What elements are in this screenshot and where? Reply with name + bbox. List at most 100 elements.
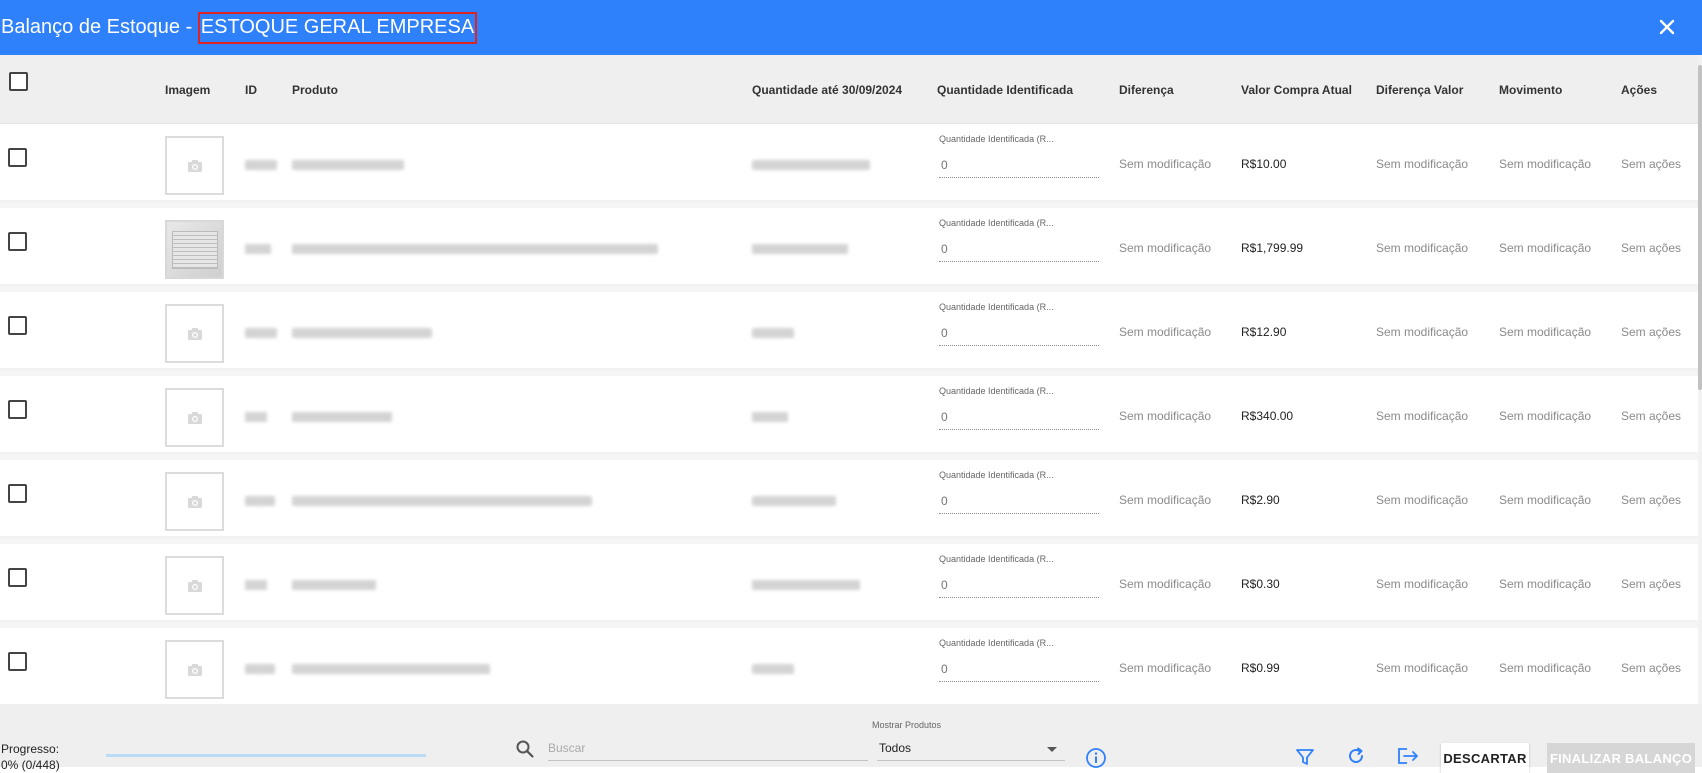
show-products-label: Mostrar Produtos: [872, 720, 942, 730]
qty-identified-input[interactable]: [939, 656, 1099, 682]
close-icon[interactable]: [1652, 12, 1682, 42]
row-checkbox[interactable]: [8, 148, 27, 167]
column-header-diferenca[interactable]: Diferença: [1119, 83, 1174, 97]
movimento-cell: Sem modificação: [1499, 325, 1592, 339]
diferenca-cell: Sem modificação: [1119, 409, 1212, 423]
show-products-select[interactable]: Todos: [877, 735, 1065, 761]
row-checkbox[interactable]: [8, 400, 27, 419]
search-input[interactable]: [548, 735, 868, 761]
qty-identified-label: Quantidade Identificada (R...: [939, 302, 1054, 312]
refresh-icon[interactable]: [1346, 746, 1366, 766]
column-header-valor-compra[interactable]: Valor Compra Atual: [1241, 83, 1352, 97]
camera-icon: [187, 663, 202, 676]
table-row: Quantidade Identificada (R... Sem modifi…: [0, 628, 1698, 704]
movimento-cell: Sem modificação: [1499, 577, 1592, 591]
qty-identified-input[interactable]: [939, 488, 1099, 514]
row-checkbox[interactable]: [8, 568, 27, 587]
column-header-produto[interactable]: Produto: [292, 83, 338, 97]
row-checkbox[interactable]: [8, 484, 27, 503]
acoes-cell: Sem ações: [1621, 493, 1682, 507]
finish-balance-button[interactable]: FINALIZAR BALANÇO: [1547, 743, 1695, 773]
qty-identified-input[interactable]: [939, 320, 1099, 346]
table-body: Quantidade Identificada (R... Sem modifi…: [0, 124, 1698, 704]
search-icon: [516, 740, 534, 758]
valor-compra-cell: R$0.99: [1241, 661, 1280, 675]
valor-compra-cell: R$10.00: [1241, 157, 1287, 171]
footer-toolbar: Progresso: 0% (0/448) Mostrar Produtos T…: [0, 704, 1702, 773]
column-header-imagem[interactable]: Imagem: [165, 83, 210, 97]
valor-compra-cell: R$340.00: [1241, 409, 1294, 423]
product-id: [245, 328, 277, 338]
product-id: [245, 664, 275, 674]
acoes-cell: Sem ações: [1621, 325, 1682, 339]
scrollbar-thumb[interactable]: [1698, 65, 1702, 390]
column-header-id[interactable]: ID: [245, 83, 257, 97]
product-image-placeholder: [165, 556, 224, 615]
qty-identified-input[interactable]: [939, 404, 1099, 430]
progress-label: Progresso:: [1, 742, 60, 756]
qty-identified-input[interactable]: [939, 572, 1099, 598]
camera-icon: [187, 579, 202, 592]
column-header-acoes[interactable]: Ações: [1621, 83, 1657, 97]
diferenca-valor-cell: Sem modificação: [1376, 577, 1469, 591]
valor-compra-cell: R$12.90: [1241, 325, 1287, 339]
qty-identified-input[interactable]: [939, 152, 1099, 178]
movimento-cell: Sem modificação: [1499, 241, 1592, 255]
qty-identified-label: Quantidade Identificada (R...: [939, 554, 1054, 564]
camera-icon: [187, 327, 202, 340]
product-image-placeholder: [165, 388, 224, 447]
movimento-cell: Sem modificação: [1499, 493, 1592, 507]
column-header-movimento[interactable]: Movimento: [1499, 83, 1562, 97]
product-name: [292, 412, 392, 422]
diferenca-valor-cell: Sem modificação: [1376, 409, 1469, 423]
movimento-cell: Sem modificação: [1499, 157, 1592, 171]
diferenca-cell: Sem modificação: [1119, 325, 1212, 339]
column-header-quantidade-ate[interactable]: Quantidade até 30/09/2024: [752, 83, 902, 97]
acoes-cell: Sem ações: [1621, 157, 1682, 171]
info-icon[interactable]: [1085, 747, 1107, 769]
acoes-cell: Sem ações: [1621, 409, 1682, 423]
quantity-until-date: [752, 244, 848, 254]
valor-compra-cell: R$1,799.99: [1241, 241, 1304, 255]
export-icon[interactable]: [1396, 746, 1420, 766]
valor-compra-cell: R$0.30: [1241, 577, 1280, 591]
chevron-down-icon: [1047, 747, 1057, 752]
column-header-quantidade-identificada[interactable]: Quantidade Identificada: [937, 83, 1073, 97]
filter-icon[interactable]: [1295, 747, 1315, 767]
qty-identified-label: Quantidade Identificada (R...: [939, 386, 1054, 396]
table-header: Imagem ID Produto Quantidade até 30/09/2…: [0, 55, 1698, 124]
qty-identified-input[interactable]: [939, 236, 1099, 262]
product-id: [245, 160, 277, 170]
acoes-cell: Sem ações: [1621, 661, 1682, 675]
table-row: Quantidade Identificada (R... Sem modifi…: [0, 544, 1698, 622]
row-checkbox[interactable]: [8, 232, 27, 251]
diferenca-cell: Sem modificação: [1119, 157, 1212, 171]
camera-icon: [187, 411, 202, 424]
quantity-until-date: [752, 328, 794, 338]
quantity-until-date: [752, 412, 788, 422]
select-all-checkbox[interactable]: [9, 72, 28, 91]
camera-icon: [187, 159, 202, 172]
product-name: [292, 328, 432, 338]
show-products-value: Todos: [879, 741, 912, 755]
quantity-until-date: [752, 580, 860, 590]
diferenca-valor-cell: Sem modificação: [1376, 241, 1469, 255]
discard-button[interactable]: DESCARTAR: [1441, 743, 1529, 773]
product-name: [292, 664, 490, 674]
product-id: [245, 580, 267, 590]
movimento-cell: Sem modificação: [1499, 661, 1592, 675]
product-name: [292, 160, 404, 170]
product-name: [292, 496, 592, 506]
diferenca-cell: Sem modificação: [1119, 661, 1212, 675]
diferenca-valor-cell: Sem modificação: [1376, 661, 1469, 675]
qty-identified-label: Quantidade Identificada (R...: [939, 638, 1054, 648]
product-id: [245, 496, 275, 506]
table-scrollbar[interactable]: [1698, 55, 1702, 704]
row-checkbox[interactable]: [8, 652, 27, 671]
qty-identified-label: Quantidade Identificada (R...: [939, 218, 1054, 228]
row-checkbox[interactable]: [8, 316, 27, 335]
column-header-diferenca-valor[interactable]: Diferença Valor: [1376, 83, 1463, 97]
progress-count: 0% (0/448): [1, 758, 60, 772]
diferenca-cell: Sem modificação: [1119, 577, 1212, 591]
title-bar: Balanço de Estoque - ESTOQUE GERAL EMPRE…: [0, 0, 1702, 55]
